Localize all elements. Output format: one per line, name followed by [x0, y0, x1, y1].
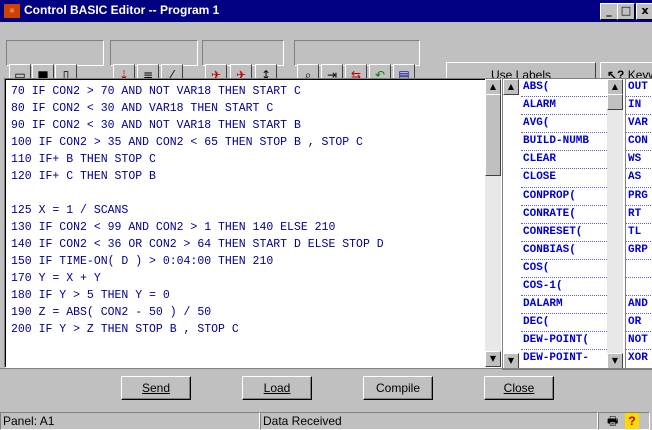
send-button-label: Send [141, 381, 171, 395]
load-button[interactable]: Load [242, 376, 312, 400]
help-icon[interactable]: ? [625, 413, 639, 429]
close-button-label: Close [503, 381, 535, 395]
keyword-item[interactable]: CONRATE( [521, 206, 607, 224]
keyword-list-right[interactable]: OUT IN VAR CON WS AS PRG RT TL GRP AND OR NOT XOR [625, 78, 652, 370]
toolbar-group-file [6, 40, 104, 66]
keyword-item[interactable]: DEC( [521, 314, 607, 333]
toolbar-group-edit [294, 40, 420, 66]
minimize-button[interactable]: _ [600, 3, 618, 20]
keyword-item[interactable]: NOT [626, 332, 652, 351]
compile-button[interactable]: Compile [363, 376, 433, 400]
keyword-item[interactable]: XOR [626, 350, 652, 369]
keyword-left-scroll-up-icon[interactable]: ▲ [503, 79, 519, 95]
toolbar: ▭ ■ ▯ ⇣ ≡ ⁄ ✈ ✈ ↕ ⌕ ⇥ ⇆ ↶ ▤ Use Labels ↖… [0, 22, 652, 88]
close-window-button[interactable]: x [636, 3, 652, 20]
send-button[interactable]: Send [121, 376, 191, 400]
code-line[interactable]: 190 Z = ABS( CON2 - 50 ) / 50 [11, 304, 491, 321]
keyword-item[interactable]: COS-1( [521, 278, 607, 297]
keyword-item[interactable]: AND [626, 296, 652, 315]
code-line[interactable]: 70 IF CON2 > 70 AND NOT VAR18 THEN START… [11, 83, 491, 100]
keyword-item[interactable]: GRP [626, 242, 652, 260]
code-line[interactable]: 100 IF CON2 > 35 AND CON2 < 65 THEN STOP… [11, 134, 491, 151]
keyword-item[interactable]: BUILD-NUMB [521, 133, 607, 152]
keyword-item[interactable]: AVG( [521, 115, 607, 134]
keyword-item[interactable]: DEW-POINT- [521, 350, 607, 369]
code-text[interactable]: 70 IF CON2 > 70 AND NOT VAR18 THEN START… [11, 83, 491, 338]
code-line[interactable]: 125 X = 1 / SCANS [11, 202, 491, 219]
keyword-item[interactable]: PRG [626, 188, 652, 206]
keyword-item[interactable]: CON [626, 133, 652, 152]
keyword-item[interactable]: IN [626, 97, 652, 116]
keyword-item[interactable]: VAR [626, 115, 652, 134]
button-bar [0, 368, 652, 411]
keyword-list-left[interactable]: ABS(ALARM AVG(BUILD-NUMB CLEAR CLOSE CONPROP… [502, 78, 626, 370]
keyword-item[interactable]: TL [626, 224, 652, 242]
keyword-items-right: OUT IN VAR CON WS AS PRG RT TL GRP AND OR NOT XOR [626, 79, 652, 369]
window-title: Control BASIC Editor -- Program 1 [24, 3, 220, 17]
compile-button-label: Compile [375, 381, 420, 395]
code-editor[interactable]: 70 IF CON2 > 70 AND NOT VAR18 THEN START… [4, 78, 502, 368]
code-line[interactable]: 130 IF CON2 < 99 AND CON2 > 1 THEN 140 E… [11, 219, 491, 236]
keyword-item[interactable] [626, 278, 652, 297]
status-icons: 🖶 ? [598, 412, 650, 430]
keyword-item[interactable]: CLEAR [521, 151, 607, 170]
code-line[interactable]: 140 IF CON2 < 36 OR CON2 > 64 THEN START… [11, 236, 491, 253]
code-line[interactable]: 200 IF Y > Z THEN STOP B , STOP C [11, 321, 491, 338]
editor-window: ☼ Control BASIC Editor -- Program 1 _ □ … [0, 0, 652, 430]
keyword-scroll-thumb[interactable] [607, 94, 623, 110]
scroll-up-icon[interactable]: ▲ [485, 79, 501, 95]
keyword-item[interactable]: WS [626, 151, 652, 170]
printer-icon[interactable]: 🖶 [607, 413, 618, 429]
scroll-down-icon[interactable]: ▼ [485, 351, 501, 367]
keyword-scroll-up-icon[interactable]: ▲ [607, 79, 623, 95]
keyword-item[interactable]: OR [626, 314, 652, 333]
editor-scrollbar[interactable]: ▲ ▼ [485, 79, 501, 367]
keyword-item[interactable]: CONPROP( [521, 188, 607, 206]
status-panel: Panel: A1 [0, 412, 260, 430]
keyword-item[interactable]: ALARM [521, 97, 607, 116]
keyword-item[interactable]: COS( [521, 260, 607, 279]
keyword-scrollbar[interactable]: ▲ ▼ [607, 79, 623, 369]
close-button[interactable]: Close [484, 376, 554, 400]
app-icon[interactable]: ☼ [4, 4, 20, 18]
title-bar[interactable]: ☼ Control BASIC Editor -- Program 1 _ □ … [0, 0, 652, 22]
toolbar-group-send [202, 40, 284, 66]
load-button-label: Load [263, 381, 291, 395]
code-line[interactable]: 150 IF TIME-ON( D ) > 0:04:00 THEN 210 [11, 253, 491, 270]
maximize-button[interactable]: □ [617, 3, 635, 20]
keyword-item[interactable]: ABS( [521, 79, 607, 98]
code-line[interactable]: 110 IF+ B THEN STOP C [11, 151, 491, 168]
keyword-scroll-down-icon[interactable]: ▼ [607, 353, 623, 369]
keyword-item[interactable]: OUT [626, 79, 652, 98]
keyword-item[interactable]: DALARM [521, 296, 607, 315]
keyword-item[interactable]: CONBIAS( [521, 242, 607, 260]
keyword-item[interactable]: AS [626, 169, 652, 188]
code-line[interactable]: 120 IF+ C THEN STOP B [11, 168, 491, 185]
keyword-items-left: ABS(ALARM AVG(BUILD-NUMB CLEAR CLOSE CONPROP… [521, 79, 607, 369]
status-message: Data Received [260, 412, 598, 430]
keyword-item[interactable]: CLOSE [521, 169, 607, 188]
keyword-item[interactable]: CONRESET( [521, 224, 607, 242]
code-line[interactable]: 90 IF CON2 < 30 AND NOT VAR18 THEN START… [11, 117, 491, 134]
keyword-item[interactable]: DEW-POINT( [521, 332, 607, 351]
code-line[interactable]: 180 IF Y > 5 THEN Y = 0 [11, 287, 491, 304]
code-line[interactable]: 80 IF CON2 < 30 AND VAR18 THEN START C [11, 100, 491, 117]
code-line[interactable]: 170 Y = X + Y [11, 270, 491, 287]
keyword-left-scroll-down-icon[interactable]: ▼ [503, 353, 519, 369]
scroll-thumb[interactable] [485, 94, 501, 176]
keyword-item[interactable] [626, 260, 652, 279]
toolbar-group-renumber [110, 40, 198, 66]
code-line[interactable] [11, 185, 491, 202]
keyword-item[interactable]: RT [626, 206, 652, 224]
